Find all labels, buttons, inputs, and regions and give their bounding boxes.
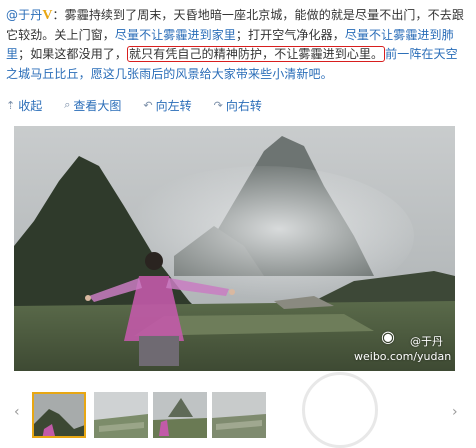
rotate-right-label: 向右转 bbox=[225, 98, 262, 113]
watermark-handle: @于丹 bbox=[410, 335, 443, 348]
highlighted-sentence: 就只有凭自己的精神防护，不让雾霾进到心里。 bbox=[127, 46, 386, 62]
thumbnail-1[interactable] bbox=[32, 392, 86, 438]
thumbnail-image bbox=[34, 394, 84, 436]
thumbnail-strip: ‹ › bbox=[0, 388, 476, 446]
rotate-right-button[interactable]: ↷ 向右转 bbox=[214, 97, 262, 114]
post-link[interactable]: 尽量不让雾霾进到家里 bbox=[115, 28, 236, 42]
verified-badge-icon: V bbox=[42, 8, 53, 23]
thumbnail-image bbox=[94, 392, 148, 438]
thumbnail-4[interactable] bbox=[212, 392, 266, 438]
chevron-left-icon[interactable]: ‹ bbox=[14, 404, 20, 420]
magnifier-icon: ⌕ bbox=[64, 98, 71, 111]
thumbnail-image bbox=[212, 392, 266, 438]
post-text-part: ；如果这都没用了， bbox=[18, 47, 128, 61]
image-toolbar: ⇡ 收起 ⌕ 查看大图 ↶ 向左转 ↷ 向右转 bbox=[6, 96, 262, 114]
thumbnail-3[interactable] bbox=[153, 392, 207, 438]
weibo-logo-icon: ◉ bbox=[381, 327, 395, 346]
rotate-left-button[interactable]: ↶ 向左转 bbox=[143, 97, 191, 114]
rotate-left-icon: ↶ bbox=[143, 98, 153, 112]
post-body: @于丹V：雾霾持续到了周末，天昏地暗一座北京城，能做的就是尽量不出门，不去跟它较… bbox=[6, 6, 468, 84]
arrow-up-icon: ⇡ bbox=[6, 98, 16, 112]
author-link[interactable]: @于丹 bbox=[6, 8, 42, 22]
view-large-button[interactable]: ⌕ 查看大图 bbox=[64, 97, 121, 114]
view-large-label: 查看大图 bbox=[73, 98, 122, 113]
rotate-left-label: 向左转 bbox=[155, 98, 192, 113]
collapse-button[interactable]: ⇡ 收起 bbox=[6, 97, 42, 114]
collapse-label: 收起 bbox=[18, 98, 43, 113]
watermark-url: weibo.com/yudan bbox=[354, 350, 452, 363]
chevron-right-icon[interactable]: › bbox=[452, 404, 458, 420]
rotate-right-icon: ↷ bbox=[213, 98, 223, 112]
thumbnail-image bbox=[153, 392, 207, 438]
thumbnail-2[interactable] bbox=[94, 392, 148, 438]
post-text-part: ；打开空气净化器， bbox=[235, 27, 345, 42]
